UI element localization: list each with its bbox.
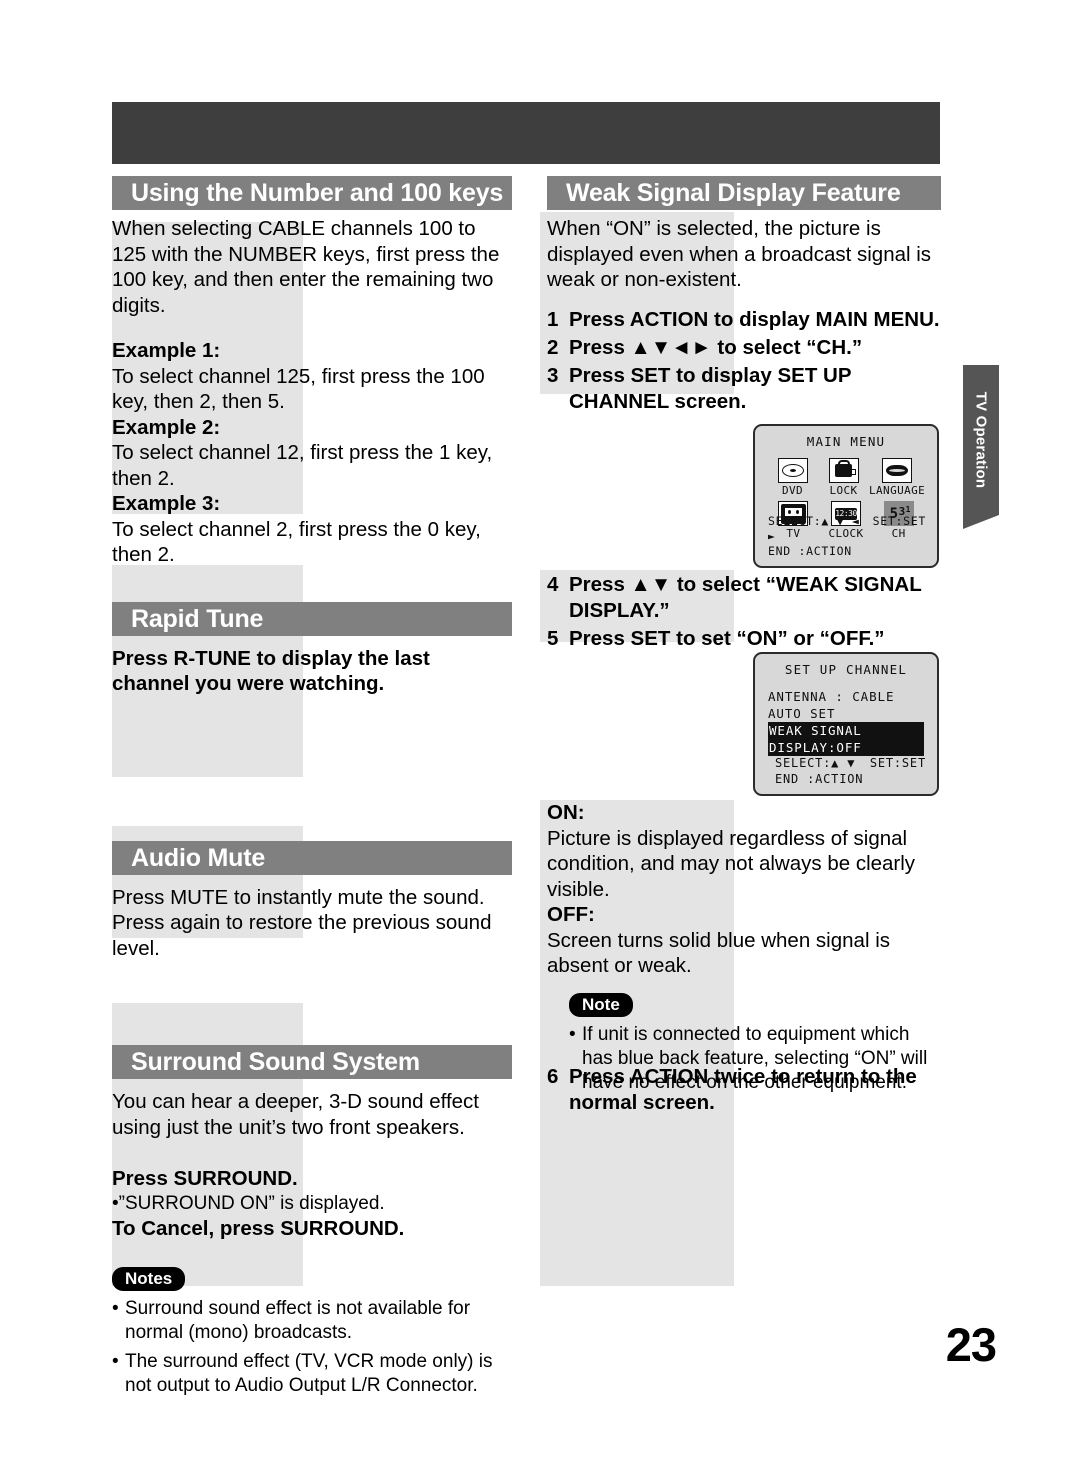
step-text: Press ACTION to display MAIN MENU.: [569, 307, 940, 331]
surround-body: You can hear a deeper, 3-D sound effect …: [112, 1090, 479, 1139]
osd-rows: ANTENNA : CABLE AUTO SET WEAK SIGNAL DIS…: [768, 688, 924, 756]
step-number: 1: [547, 307, 559, 331]
step-number: 2: [547, 335, 559, 359]
section-surround-sound: Surround Sound System You can hear a dee…: [112, 1045, 512, 1398]
osd-footer-select: SELECT:▲ ▼: [775, 756, 856, 770]
section-heading: Surround Sound System: [112, 1045, 512, 1079]
surround-press-label: Press SURROUND.: [112, 1167, 298, 1190]
step-text: Press ▲▼◄► to select “CH.”: [569, 335, 863, 359]
off-text: Screen turns solid blue when signal is a…: [547, 928, 890, 978]
step-text: Press ACTION twice to return to the norm…: [569, 1065, 917, 1114]
section-rapid-tune: Rapid Tune Press R-TUNE to display the l…: [112, 601, 512, 697]
on-label: ON:: [547, 801, 585, 824]
menu-item-label: DVD: [781, 484, 804, 497]
bullet-dot-icon: •: [112, 1298, 119, 1319]
note-item: • Surround sound effect is not available…: [112, 1297, 512, 1345]
example-2-label: Example 2:: [112, 415, 221, 439]
right-column: Weak Signal Display Feature When “ON” is…: [547, 176, 941, 417]
osd-row-antenna[interactable]: ANTENNA : CABLE: [768, 688, 924, 705]
bullet-dot-icon: •: [112, 1351, 119, 1372]
off-label: OFF:: [547, 903, 595, 926]
section-number-100-keys: Using the Number and 100 keys When selec…: [112, 176, 512, 568]
step-5: 5 Press SET to set “ON” or “OFF.”: [547, 626, 941, 652]
lock-icon: [828, 458, 859, 483]
menu-item-label: LOCK: [829, 484, 858, 497]
osd-footer-set: SET:SET: [872, 514, 926, 528]
example-3-label: Example 3:: [112, 492, 221, 515]
note-text: Surround sound effect is not available f…: [125, 1298, 471, 1343]
notes-badge: Notes: [112, 1267, 186, 1291]
step-6: 6 Press ACTION twice to return to the no…: [547, 1064, 941, 1116]
manual-page: TV Operation Using the Number and 100 ke…: [0, 0, 1080, 1464]
section-heading: Using the Number and 100 keys: [112, 176, 512, 210]
step-4: 4 Press ▲▼ to select “WEAK SIGNAL DISPLA…: [547, 572, 941, 624]
example-1-label: Example 1:: [112, 339, 221, 362]
osd-footer-select: SELECT:▲ ▼ ◄ ►: [768, 514, 860, 543]
note-item: • The surround effect (TV, VCR mode only…: [112, 1350, 512, 1398]
menu-item-dvd[interactable]: DVD: [767, 458, 818, 497]
step-text: Press SET to display SET UP CHANNEL scre…: [569, 363, 852, 413]
osd-main-menu: MAIN MENU DVD LOCK LANGUAGE TV 12:30 CLO…: [753, 424, 939, 568]
osd-title: SET UP CHANNEL: [784, 662, 908, 677]
on-text: Picture is displayed regardless of signa…: [547, 826, 916, 901]
side-tab-tv-operation: TV Operation: [963, 365, 999, 529]
surround-cancel-label: To Cancel, press SURROUND.: [112, 1216, 405, 1240]
disc-icon: [777, 458, 808, 483]
osd-title: MAIN MENU: [806, 434, 886, 449]
left-column: Using the Number and 100 keys When selec…: [112, 176, 512, 1398]
step-number: 3: [547, 363, 559, 387]
section-audio-mute: Audio Mute Press MUTE to instantly mute …: [112, 840, 512, 962]
on-off-descriptions: ON: Picture is displayed regardless of s…: [547, 800, 941, 1095]
osd-row-text-highlighted: WEAK SIGNAL DISPLAY:OFF: [768, 722, 924, 756]
top-decorative-band: [112, 102, 940, 164]
side-tab-label: TV Operation: [972, 391, 990, 489]
menu-item-language[interactable]: LANGUAGE: [869, 458, 925, 497]
section-intro-text: When selecting CABLE channels 100 to 125…: [112, 217, 500, 317]
right-column-steps-4-5: 4 Press ▲▼ to select “WEAK SIGNAL DISPLA…: [547, 572, 941, 654]
right-column-step-6: 6 Press ACTION twice to return to the no…: [547, 1064, 941, 1118]
rapid-tune-body: Press R-TUNE to display the last channel…: [112, 646, 430, 696]
section-heading: Rapid Tune: [112, 601, 512, 636]
note-badge: Note: [569, 992, 633, 1017]
osd-row-weak-signal-display[interactable]: WEAK SIGNAL DISPLAY:OFF: [768, 722, 924, 756]
example-3-text: To select channel 2, first press the 0 k…: [112, 517, 481, 567]
section-heading: Weak Signal Display Feature: [547, 176, 941, 210]
osd-setup-channel: SET UP CHANNEL ANTENNA : CABLE AUTO SET …: [753, 652, 939, 796]
osd-row-text: ANTENNA : CABLE: [768, 689, 895, 704]
example-1-text: To select channel 125, first press the 1…: [112, 364, 485, 414]
osd-footer: SELECT:▲ ▼ SET:SET END :ACTION: [775, 755, 926, 787]
step-1: 1 Press ACTION to display MAIN MENU.: [547, 307, 941, 333]
section-heading: Audio Mute: [112, 840, 512, 875]
weak-signal-intro: When “ON” is selected, the picture is di…: [547, 217, 932, 291]
osd-footer-set: SET:SET: [869, 756, 926, 770]
osd-row-text: AUTO SET: [768, 706, 836, 721]
step-text: Press ▲▼ to select “WEAK SIGNAL DISPLAY.…: [569, 573, 922, 622]
lips-icon: [882, 458, 912, 483]
osd-row-auto-set[interactable]: AUTO SET: [768, 705, 924, 722]
page-number: 23: [945, 1318, 997, 1371]
step-2: 2 Press ▲▼◄► to select “CH.”: [547, 335, 941, 361]
step-3: 3 Press SET to display SET UP CHANNEL sc…: [547, 363, 941, 415]
side-tab-notch: [963, 515, 999, 529]
osd-footer-end: END :ACTION: [775, 772, 864, 786]
ch-digit-small: 1: [905, 505, 911, 514]
menu-item-lock[interactable]: LOCK: [818, 458, 869, 497]
osd-footer-end: END :ACTION: [768, 544, 852, 558]
example-2-text: To select channel 12, first press the 1 …: [112, 441, 493, 490]
note-text: The surround effect (TV, VCR mode only) …: [125, 1351, 493, 1396]
step-number: 6: [547, 1065, 559, 1088]
surround-press-note: •”SURROUND ON” is displayed.: [112, 1192, 385, 1214]
step-number: 5: [547, 627, 559, 650]
step-number: 4: [547, 573, 559, 596]
audio-mute-body: Press MUTE to instantly mute the sound. …: [112, 885, 492, 960]
menu-item-label: LANGUAGE: [869, 484, 926, 497]
step-text: Press SET to set “ON” or “OFF.”: [569, 627, 885, 650]
osd-footer: SELECT:▲ ▼ ◄ ► SET:SET END :ACTION: [768, 514, 926, 559]
